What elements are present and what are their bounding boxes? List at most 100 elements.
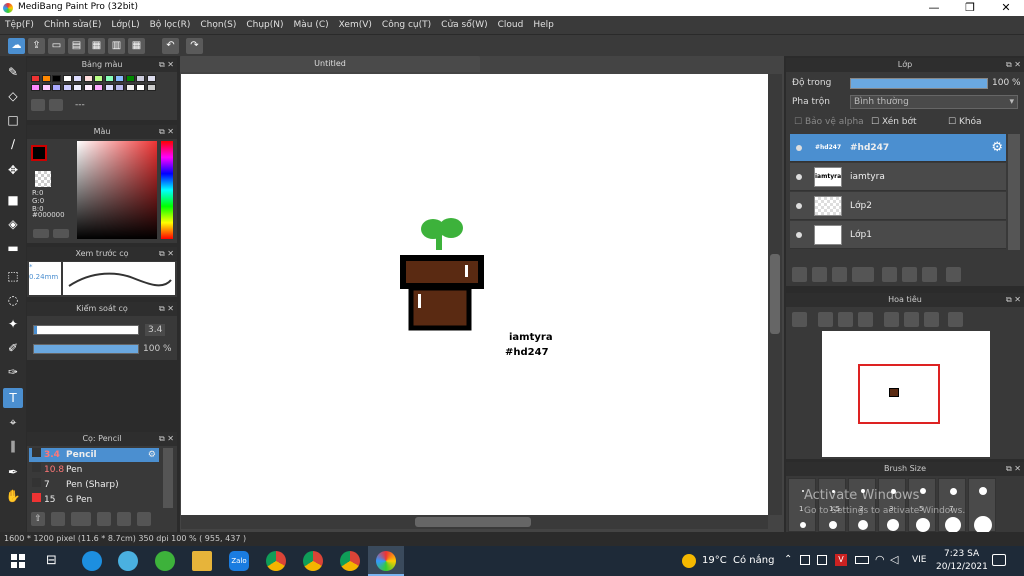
menu-window[interactable]: Cửa sổ(W) [436, 16, 492, 34]
line-tool-icon[interactable]: ∕ [3, 134, 23, 154]
navigator-viewport-frame[interactable] [858, 364, 940, 424]
gear-icon[interactable]: ⚙ [148, 448, 156, 462]
tray-wifi-icon[interactable]: ◠ [875, 553, 885, 566]
fill-rect-tool-icon[interactable]: ■ [3, 190, 23, 210]
palette-swatch[interactable] [136, 84, 145, 91]
color-saturation-box[interactable] [77, 141, 157, 239]
layer-visibility-icon[interactable] [796, 145, 802, 151]
zalo-icon[interactable]: Zalo [229, 551, 249, 571]
brush-copy-icon[interactable] [97, 512, 111, 526]
message-icon[interactable]: ▤ [68, 38, 85, 54]
color-option-button[interactable] [53, 229, 69, 238]
layer-list-scrollbar[interactable] [1008, 134, 1020, 250]
palette-swatch[interactable] [115, 75, 124, 82]
zoom-reset-icon[interactable] [838, 312, 853, 327]
vertical-scroll-thumb[interactable] [770, 254, 780, 334]
tray-apps-icon[interactable] [800, 555, 810, 565]
brush-opacity-slider[interactable] [33, 344, 139, 354]
close-icon[interactable]: ⧉ ✕ [159, 58, 174, 72]
magic-wand-tool-icon[interactable]: ✦ [3, 314, 23, 334]
layer-visibility-icon[interactable] [796, 203, 802, 209]
minimize-button[interactable]: — [916, 0, 952, 16]
lasso-tool-icon[interactable]: ◌ [3, 290, 23, 310]
layer-opacity-slider[interactable] [850, 78, 988, 89]
transparent-color-swatch[interactable] [35, 171, 51, 187]
menu-view[interactable]: Xem(V) [334, 16, 377, 34]
vertical-scrollbar[interactable] [768, 74, 782, 515]
select-pen-tool-icon[interactable]: ✐ [3, 338, 23, 358]
undo-icon[interactable]: ↶ [162, 38, 179, 54]
add-swatch-icon[interactable] [31, 99, 45, 111]
close-icon[interactable]: ⧉ ✕ [159, 247, 174, 261]
new-halftone-layer-icon[interactable] [812, 267, 827, 282]
folder-icon[interactable] [882, 267, 897, 282]
tray-chevron-icon[interactable]: ⌃ [784, 554, 792, 565]
rotate-right-icon[interactable] [924, 312, 939, 327]
tray-v-icon[interactable]: V [835, 554, 847, 566]
delete-layer-icon[interactable] [946, 267, 961, 282]
close-icon[interactable]: ⧉ ✕ [159, 125, 174, 139]
tray-date[interactable]: 20/12/2021 [936, 562, 988, 572]
tray-time[interactable]: 7:23 SA [944, 549, 979, 559]
close-icon[interactable]: ⧉ ✕ [159, 432, 174, 446]
palette-swatch[interactable] [52, 84, 61, 91]
lock-checkbox[interactable]: ☐ Khóa [948, 117, 982, 127]
close-icon[interactable]: ⧉ ✕ [1006, 293, 1021, 307]
add-layer-menu-icon[interactable] [852, 267, 874, 282]
notification-icon[interactable] [992, 554, 1006, 566]
paint-icon[interactable] [118, 551, 138, 571]
zoom-in-icon[interactable] [818, 312, 833, 327]
palette-swatch[interactable] [73, 84, 82, 91]
brush-list-scrollbar[interactable] [163, 448, 173, 508]
brush-size-cell[interactable]: 1 [788, 478, 816, 532]
folder-icon[interactable] [192, 551, 212, 571]
layer-visibility-icon[interactable] [796, 174, 802, 180]
eyedropper-tool-icon[interactable]: ✒ [3, 462, 23, 482]
palette-swatch[interactable] [104, 84, 114, 91]
palette-swatch[interactable] [31, 75, 40, 82]
edge-icon[interactable] [82, 551, 102, 571]
duplicate-layer-icon[interactable] [902, 267, 917, 282]
brush-item-pen[interactable]: 10.8 Pen [29, 463, 159, 477]
layer-visibility-icon[interactable] [796, 232, 802, 238]
horizontal-scroll-thumb[interactable] [415, 517, 531, 527]
eraser-tool-icon[interactable]: ◇ [3, 86, 23, 106]
operation-tool-icon[interactable]: ⌖ [3, 412, 23, 432]
fit-screen-icon[interactable] [904, 312, 919, 327]
rectangle-tool-icon[interactable]: □ [3, 110, 23, 130]
menu-cloud[interactable]: Cloud [493, 16, 529, 34]
brush-folder-icon[interactable] [117, 512, 131, 526]
bucket-tool-icon[interactable]: ◈ [3, 214, 23, 234]
palette-swatch[interactable] [83, 84, 93, 91]
tray-volume-icon[interactable]: ◁ [890, 553, 898, 566]
menu-edit[interactable]: Chỉnh sửa(E) [39, 16, 106, 34]
color-mode-button[interactable] [33, 229, 49, 238]
task-view-icon[interactable]: ⊟ [46, 553, 57, 568]
select-tool-icon[interactable]: ⬚ [3, 266, 23, 286]
tray-language[interactable]: VIE [912, 555, 927, 565]
windows-start-icon[interactable] [11, 554, 25, 568]
close-icon[interactable]: ⧉ ✕ [159, 302, 174, 316]
canvas[interactable]: iamtyra #hd247 [181, 74, 768, 515]
brush-size-cell[interactable]: 1.5 [818, 478, 846, 532]
redo-icon[interactable]: ↷ [186, 38, 203, 54]
brush-size-cell[interactable]: 3 [878, 478, 906, 532]
tray-app-icon[interactable] [817, 555, 827, 565]
close-icon[interactable]: ⧉ ✕ [1006, 462, 1021, 476]
layer-row-hd247[interactable]: #hd247 #hd247 ⚙ [790, 134, 1006, 162]
palette-swatch[interactable] [104, 75, 114, 82]
palette-swatch[interactable] [115, 84, 124, 91]
panel-icon[interactable]: ▦ [128, 38, 145, 54]
layer-row-iamtyra[interactable]: iamtyra iamtyra [790, 163, 1006, 191]
new-brush-icon[interactable] [51, 512, 65, 526]
divide-tool-icon[interactable]: ∥ [3, 436, 23, 456]
protect-alpha-checkbox[interactable]: ☐ Bảo vệ alpha [794, 117, 864, 127]
menu-snap[interactable]: Chụp(N) [241, 16, 288, 34]
brush-item-pen-sharp[interactable]: 7 Pen (Sharp) [29, 478, 159, 492]
palette-swatch[interactable] [41, 75, 51, 82]
upload-icon[interactable]: ⇪ [28, 38, 45, 54]
cloud-icon[interactable]: ☁ [8, 38, 25, 54]
menu-help[interactable]: Help [528, 16, 559, 34]
menu-color[interactable]: Màu (C) [289, 16, 334, 34]
weather-text[interactable]: Có nắng [733, 555, 774, 566]
